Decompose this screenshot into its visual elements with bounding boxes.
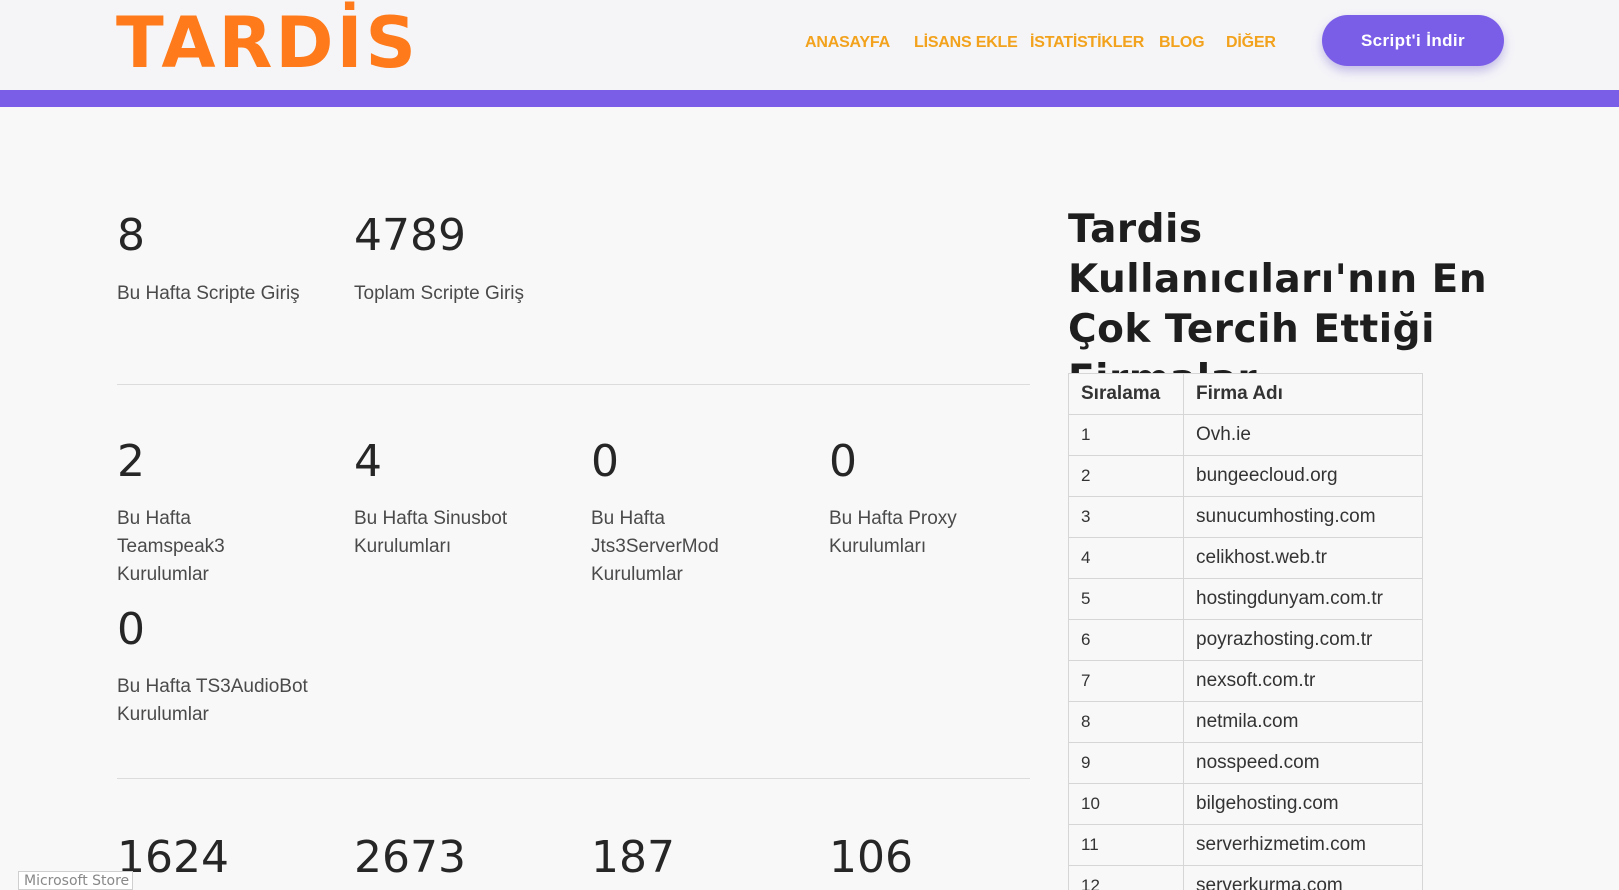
rank-cell: 7 xyxy=(1068,660,1184,702)
weekly-logins-label: Bu Hafta Scripte Giriş xyxy=(117,283,300,304)
firm-cell: sunucumhosting.com xyxy=(1183,496,1423,538)
ts3audiobot-installs-value: 0 xyxy=(117,604,145,655)
firm-cell: serverkurma.com xyxy=(1183,865,1423,890)
section-divider xyxy=(117,384,1030,385)
rank-cell: 9 xyxy=(1068,742,1184,784)
nav-item-blog[interactable]: BLOG xyxy=(1159,34,1205,52)
header-accent-bar xyxy=(0,90,1619,107)
download-script-button[interactable]: Script'i İndir xyxy=(1322,15,1504,66)
top-firms-table: Sıralama Firma Adı 1 Ovh.ie 2 bungeecloud.… xyxy=(1068,373,1423,890)
rank-cell: 6 xyxy=(1068,619,1184,661)
jts3servermod-installs-label: Bu Hafta Jts3ServerMod Kurulumlar xyxy=(591,508,719,585)
total-stat-value: 187 xyxy=(591,832,675,883)
table-row: 5 hostingdunyam.com.tr xyxy=(1068,578,1423,620)
firm-cell: serverhizmetim.com xyxy=(1183,824,1423,866)
nav-item-lisans-ekle[interactable]: LİSANS EKLE xyxy=(914,34,1018,52)
rank-cell: 5 xyxy=(1068,578,1184,620)
table-row: 4 celikhost.web.tr xyxy=(1068,537,1423,579)
firm-cell: poyrazhosting.com.tr xyxy=(1183,619,1423,661)
total-stat-value: 2673 xyxy=(354,832,466,883)
ts3audiobot-installs-label: Bu Hafta TS3AudioBot Kurulumlar xyxy=(117,676,308,725)
sinusbot-installs-value: 4 xyxy=(354,436,382,487)
rank-cell: 12 xyxy=(1068,865,1184,890)
teamspeak3-installs-label: Bu Hafta Teamspeak3 Kurulumlar xyxy=(117,508,225,585)
firm-cell: bilgehosting.com xyxy=(1183,783,1423,825)
jts3servermod-installs-value: 0 xyxy=(591,436,619,487)
site-logo[interactable]: TARDİS xyxy=(116,4,419,82)
rank-cell: 4 xyxy=(1068,537,1184,579)
column-header-firm: Firma Adı xyxy=(1183,373,1423,415)
rank-cell: 8 xyxy=(1068,701,1184,743)
column-header-rank: Sıralama xyxy=(1068,373,1184,415)
rank-cell: 10 xyxy=(1068,783,1184,825)
total-logins-value: 4789 xyxy=(354,210,466,261)
rank-cell: 3 xyxy=(1068,496,1184,538)
firm-cell: Ovh.ie xyxy=(1183,414,1423,456)
sinusbot-installs-label: Bu Hafta Sinusbot Kurulumları xyxy=(354,508,508,557)
table-row: 7 nexsoft.com.tr xyxy=(1068,660,1423,702)
total-logins-label: Toplam Scripte Giriş xyxy=(354,283,524,304)
proxy-installs-value: 0 xyxy=(829,436,857,487)
nav-item-istatistikler[interactable]: İSTATİSTİKLER xyxy=(1030,34,1144,52)
table-row: 1 Ovh.ie xyxy=(1068,414,1423,456)
total-stat-value: 106 xyxy=(829,832,913,883)
firm-cell: hostingdunyam.com.tr xyxy=(1183,578,1423,620)
rank-cell: 2 xyxy=(1068,455,1184,497)
rank-cell: 1 xyxy=(1068,414,1184,456)
nav-item-diger[interactable]: DİĞER xyxy=(1226,34,1276,52)
table-header-row: Sıralama Firma Adı xyxy=(1068,373,1423,415)
table-row: 8 netmila.com xyxy=(1068,701,1423,743)
firm-cell: nexsoft.com.tr xyxy=(1183,660,1423,702)
rank-cell: 11 xyxy=(1068,824,1184,866)
table-row: 6 poyrazhosting.com.tr xyxy=(1068,619,1423,661)
table-row: 3 sunucumhosting.com xyxy=(1068,496,1423,538)
firm-cell: celikhost.web.tr xyxy=(1183,537,1423,579)
table-row: 11 serverhizmetim.com xyxy=(1068,824,1423,866)
section-divider xyxy=(117,778,1030,779)
proxy-installs-label: Bu Hafta Proxy Kurulumları xyxy=(829,508,957,557)
firm-cell: bungeecloud.org xyxy=(1183,455,1423,497)
weekly-logins-value: 8 xyxy=(117,210,145,261)
table-row: 12 serverkurma.com xyxy=(1068,865,1423,890)
total-stat-value: 1624 xyxy=(117,832,229,883)
firm-cell: nosspeed.com xyxy=(1183,742,1423,784)
table-row: 2 bungeecloud.org xyxy=(1068,455,1423,497)
table-row: 9 nosspeed.com xyxy=(1068,742,1423,784)
nav-item-anasayfa[interactable]: ANASAYFA xyxy=(805,34,890,52)
firm-cell: netmila.com xyxy=(1183,701,1423,743)
site-header: TARDİS ANASAYFA LİSANS EKLE İSTATİSTİKLE… xyxy=(0,0,1619,90)
microsoft-store-tooltip: Microsoft Store xyxy=(18,871,133,890)
teamspeak3-installs-value: 2 xyxy=(117,436,145,487)
table-row: 10 bilgehosting.com xyxy=(1068,783,1423,825)
